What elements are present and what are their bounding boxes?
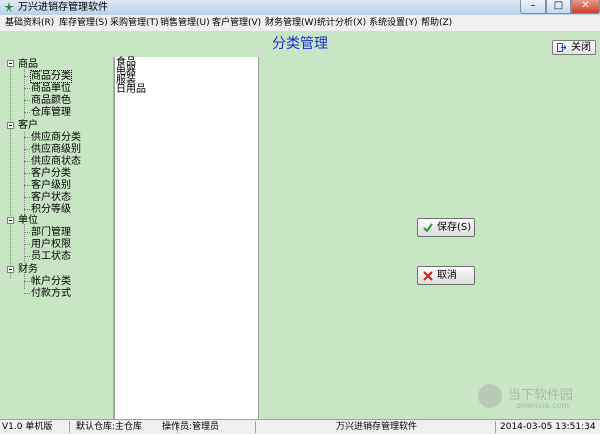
status-app-name: 万兴进销存管理软件: [258, 421, 496, 433]
close-page-button[interactable]: 关闭: [552, 40, 596, 55]
menu-help[interactable]: 帮助(Z): [421, 17, 452, 29]
page-title: 分类管理: [272, 36, 328, 52]
tree-line: [24, 281, 30, 282]
tree-item-goods-color[interactable]: 商品颜色: [31, 95, 71, 106]
menu-basic-data[interactable]: 基础资料(R): [5, 17, 54, 29]
category-tree: 商品 商品分类 商品单位 商品颜色 仓库管理 客户 供应商分类 供应商级别 供应…: [0, 57, 114, 419]
save-button[interactable]: 保存(S): [417, 218, 475, 237]
cancel-button[interactable]: 取消: [417, 266, 475, 285]
window-title: 万兴进销存管理软件: [18, 2, 108, 13]
tree-item-supplier-level[interactable]: 供应商级别: [31, 144, 81, 155]
status-bar: V1.0 单机版 默认仓库:主仓库 操作员:管理员 万兴进销存管理软件 2014…: [0, 419, 600, 434]
tree-group-unit[interactable]: 单位: [18, 215, 38, 226]
watermark-logo-icon: [478, 384, 502, 408]
tree-item-account-category[interactable]: 帐户分类: [31, 276, 71, 287]
tree-group-customer[interactable]: 客户: [18, 120, 38, 131]
minimize-button[interactable]: –: [520, 0, 546, 14]
tree-group-finance[interactable]: 财务: [18, 264, 38, 275]
maximize-button[interactable]: □: [546, 0, 571, 14]
tree-item-customer-level[interactable]: 客户级别: [31, 180, 71, 191]
close-page-label: 关闭: [571, 42, 591, 53]
collapse-toggle[interactable]: [7, 60, 14, 67]
tree-line: [24, 173, 30, 174]
menu-purchase[interactable]: 采购管理(T): [110, 17, 159, 29]
tree-line: [24, 88, 30, 89]
tree-line: [24, 197, 30, 198]
tree-line: [24, 100, 30, 101]
close-window-button[interactable]: ✕: [571, 0, 600, 14]
tree-line: [24, 112, 30, 113]
tree-item-user-permission[interactable]: 用户权限: [31, 239, 71, 250]
category-list[interactable]: 食品 电器 服装 日用品: [114, 57, 259, 419]
checkmark-icon: [423, 223, 433, 233]
header-bar: 分类管理 关闭: [0, 31, 600, 56]
menu-bar: 基础资料(R) 库存管理(S) 采购管理(T) 销售管理(U) 客户管理(V) …: [0, 15, 600, 32]
tree-item-customer-category[interactable]: 客户分类: [31, 168, 71, 179]
menu-inventory[interactable]: 库存管理(S): [59, 17, 108, 29]
cross-icon: [423, 271, 433, 281]
tree-group-goods[interactable]: 商品: [18, 59, 38, 70]
collapse-toggle[interactable]: [7, 217, 14, 224]
menu-finance[interactable]: 财务管理(W): [265, 17, 317, 29]
tree-line: [24, 67, 25, 118]
tree-item-customer-status[interactable]: 客户状态: [31, 192, 71, 203]
collapse-toggle[interactable]: [7, 122, 14, 129]
tree-item-points-level[interactable]: 积分等级: [31, 204, 71, 215]
tree-item-supplier-category[interactable]: 供应商分类: [31, 132, 81, 143]
tree-item-supplier-status[interactable]: 供应商状态: [31, 156, 81, 167]
tree-line: [24, 232, 30, 233]
menu-statistics[interactable]: 统计分析(X): [317, 17, 366, 29]
status-version: V1.0 单机版: [2, 421, 70, 433]
status-datetime: 2014-03-05 13:51:34: [500, 422, 596, 432]
tree-line: [24, 137, 30, 138]
menu-sales[interactable]: 销售管理(U): [160, 17, 210, 29]
tree-item-payment-method[interactable]: 付款方式: [31, 288, 71, 299]
save-label: 保存(S): [437, 222, 472, 233]
collapse-toggle[interactable]: [7, 266, 14, 273]
tree-line: [24, 149, 30, 150]
tree-line: [24, 244, 30, 245]
tree-line: [24, 76, 30, 77]
tree-item-goods-category[interactable]: 商品分类: [30, 70, 72, 83]
watermark-sub: downxia.com: [516, 401, 570, 410]
app-icon: [4, 2, 14, 12]
watermark: 当下软件园 downxia.com: [478, 384, 598, 416]
tree-line: [10, 67, 11, 278]
menu-customer[interactable]: 客户管理(V): [212, 17, 261, 29]
tree-item-department[interactable]: 部门管理: [31, 227, 71, 238]
tree-line: [24, 209, 30, 210]
exit-icon: [557, 43, 566, 52]
tree-line: [24, 132, 25, 219]
status-operator: 操作员:管理员: [160, 421, 256, 433]
menu-settings[interactable]: 系统设置(Y): [369, 17, 418, 29]
tree-item-warehouse[interactable]: 仓库管理: [31, 107, 71, 118]
title-bar: 万兴进销存管理软件 – □ ✕: [0, 0, 600, 16]
tree-item-goods-unit[interactable]: 商品单位: [31, 83, 71, 94]
list-item[interactable]: 日用品: [116, 85, 146, 95]
tree-line: [24, 293, 30, 294]
tree-item-employee-status[interactable]: 员工状态: [31, 251, 71, 262]
tree-line: [24, 256, 30, 257]
cancel-label: 取消: [437, 270, 457, 281]
tree-line: [24, 161, 30, 162]
tree-line: [24, 185, 30, 186]
